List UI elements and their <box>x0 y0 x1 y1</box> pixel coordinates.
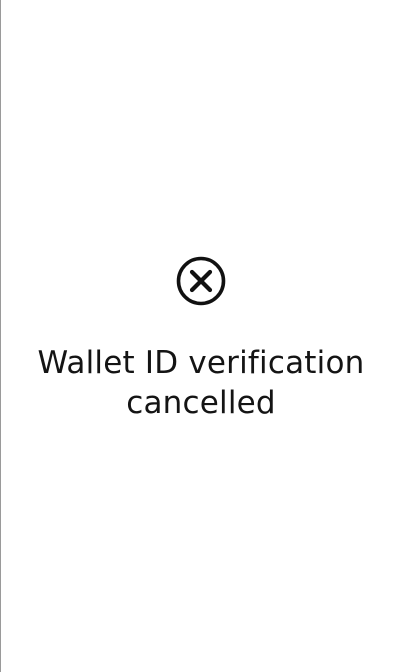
cancel-circle-icon <box>175 255 227 307</box>
status-message: Wallet ID verification cancelled <box>37 345 365 421</box>
verification-cancelled-screen: Wallet ID verification cancelled <box>0 0 400 672</box>
status-block: Wallet ID verification cancelled <box>1 255 400 423</box>
